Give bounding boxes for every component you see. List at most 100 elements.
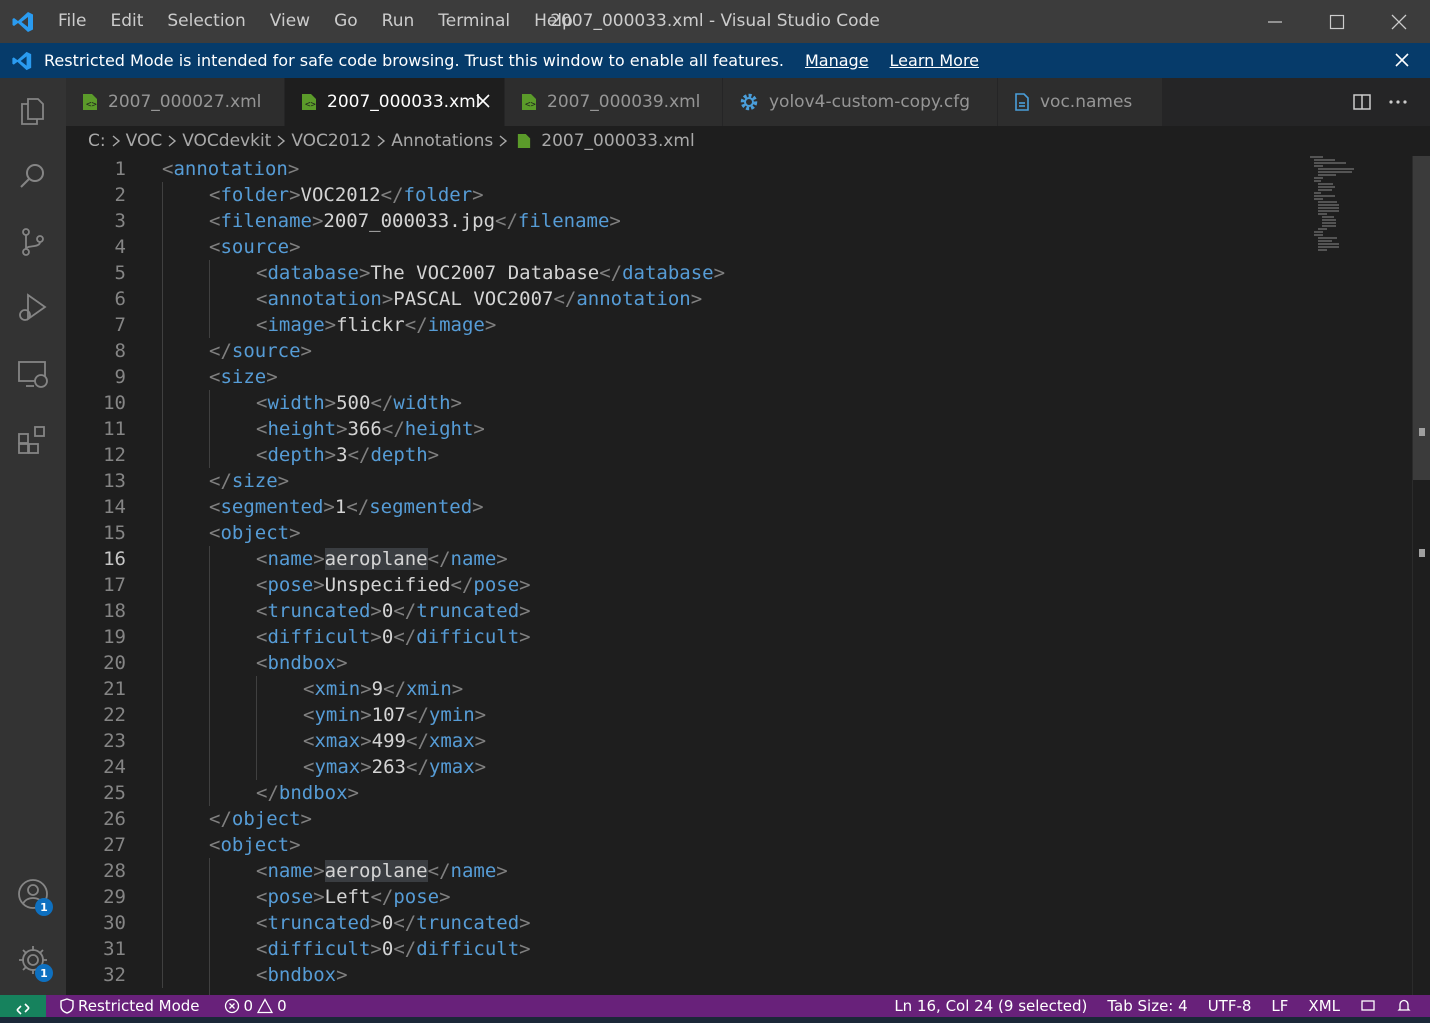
code-line[interactable]: 26 </object> — [66, 806, 1296, 832]
tag-bracket: > — [313, 860, 325, 882]
learn-more-link[interactable]: Learn More — [890, 51, 979, 70]
menu-go[interactable]: Go — [322, 0, 370, 43]
breadcrumb-item[interactable]: VOC — [126, 131, 163, 151]
tag-bracket: </ — [599, 262, 623, 284]
tag-bracket: < — [256, 964, 268, 986]
code-line[interactable]: 7 <image>flickr</image> — [66, 312, 1296, 338]
minimap-line — [1314, 162, 1346, 164]
code-line[interactable]: 5 <database>The VOC2007 Database</databas… — [66, 260, 1296, 286]
code-line[interactable]: 24 <ymax>263</ymax> — [66, 754, 1296, 780]
manage-link[interactable]: Manage — [805, 51, 869, 70]
close-tab-icon[interactable] — [474, 92, 492, 115]
menu-terminal[interactable]: Terminal — [426, 0, 522, 43]
minimize-button[interactable] — [1244, 0, 1306, 43]
xml-text-value: 0 — [381, 938, 394, 960]
language-mode[interactable]: XML — [1298, 995, 1350, 1017]
minimap-line — [1322, 225, 1336, 227]
xml-tag-name: pose — [267, 574, 314, 596]
tag-bracket: > — [370, 626, 382, 648]
code-editor[interactable]: 1 <annotation> 2 <folder>VOC2012</folder> 3 <… — [66, 156, 1412, 995]
source-control-icon[interactable] — [0, 212, 66, 272]
code-line[interactable]: 13 </size> — [66, 468, 1296, 494]
code-content: <difficult>0</difficult> — [256, 624, 531, 650]
code-line[interactable]: 14 <segmented>1</segmented> — [66, 494, 1296, 520]
code-line[interactable]: 4 <source> — [66, 234, 1296, 260]
vertical-scrollbar[interactable] — [1412, 156, 1430, 995]
restricted-mode-banner: Restricted Mode is intended for safe cod… — [0, 43, 1430, 78]
xml-text-value: 366 — [347, 418, 382, 440]
end-of-line[interactable]: LF — [1261, 995, 1298, 1017]
menu-run[interactable]: Run — [370, 0, 427, 43]
close-window-button[interactable] — [1368, 0, 1430, 43]
remote-explorer-icon[interactable] — [0, 344, 66, 404]
notifications-button[interactable] — [1386, 995, 1430, 1017]
search-icon[interactable] — [0, 146, 66, 206]
extensions-icon[interactable] — [0, 410, 66, 470]
code-line[interactable]: 10 <width>500</width> — [66, 390, 1296, 416]
breadcrumb-item[interactable]: VOCdevkit — [182, 131, 271, 151]
code-line[interactable]: 32 <bndbox> — [66, 962, 1296, 988]
line-number: 1 — [114, 158, 126, 180]
tab-voc-names[interactable]: voc.names — [998, 78, 1163, 126]
code-line[interactable]: 25 </bndbox> — [66, 780, 1296, 806]
minimap-line — [1318, 210, 1339, 212]
menu-file[interactable]: File — [46, 0, 98, 43]
tab-yolov4-custom-copy[interactable]: yolov4-custom-copy.cfg — [723, 78, 998, 126]
menu-selection[interactable]: Selection — [155, 0, 257, 43]
code-line[interactable]: 8 </source> — [66, 338, 1296, 364]
code-line[interactable]: 30 <truncated>0</truncated> — [66, 910, 1296, 936]
problems-status[interactable]: 0 0 — [210, 995, 297, 1017]
breadcrumb-item[interactable]: Annotations — [391, 131, 493, 151]
code-line[interactable]: 6 <annotation>PASCAL VOC2007</annotation> — [66, 286, 1296, 312]
code-line[interactable]: 12 <depth>3</depth> — [66, 442, 1296, 468]
feedback-button[interactable] — [1350, 995, 1386, 1017]
minimap-line — [1314, 177, 1323, 179]
minimap[interactable] — [1310, 156, 1410, 266]
tab-2007-000039[interactable]: <> 2007_000039.xml — [505, 78, 723, 126]
close-icon — [1391, 14, 1407, 29]
code-line[interactable]: 31 <difficult>0</difficult> — [66, 936, 1296, 962]
restricted-mode-status[interactable]: Restricted Mode — [46, 995, 210, 1017]
code-line[interactable]: 18 <truncated>0</truncated> — [66, 598, 1296, 624]
encoding[interactable]: UTF-8 — [1198, 995, 1262, 1017]
code-line[interactable]: 29 <pose>Left</pose> — [66, 884, 1296, 910]
more-actions-button[interactable] — [1380, 78, 1416, 126]
code-line[interactable]: 11 <height>366</height> — [66, 416, 1296, 442]
tab-2007-000027[interactable]: <> 2007_000027.xml — [66, 78, 285, 126]
banner-close-button[interactable] — [1392, 50, 1412, 74]
breadcrumb-item[interactable]: VOC2012 — [291, 131, 371, 151]
code-content: </source> — [209, 338, 312, 364]
code-line[interactable]: 21 <xmin>9</xmin> — [66, 676, 1296, 702]
cursor-position[interactable]: Ln 16, Col 24 (9 selected) — [884, 995, 1097, 1017]
explorer-icon[interactable] — [0, 81, 66, 141]
code-line[interactable]: 22 <ymin>107</ymin> — [66, 702, 1296, 728]
xml-tag-name: truncated — [267, 912, 371, 934]
code-line[interactable]: 20 <bndbox> — [66, 650, 1296, 676]
xml-text-value: 107 — [371, 704, 406, 726]
settings-gear-icon[interactable]: 1 — [0, 930, 66, 990]
breadcrumb-item[interactable]: C: — [88, 131, 106, 151]
code-line[interactable]: 17 <pose>Unspecified</pose> — [66, 572, 1296, 598]
breadcrumb-item[interactable]: 2007_000033.xml — [541, 131, 694, 151]
code-line[interactable]: 15 <object> — [66, 520, 1296, 546]
menu-edit[interactable]: Edit — [98, 0, 155, 43]
accounts-icon[interactable]: 1 — [0, 864, 66, 924]
tab-2007-000033[interactable]: <> 2007_000033.xml — [285, 78, 505, 126]
code-line[interactable]: 3 <filename>2007_000033.jpg</filename> — [66, 208, 1296, 234]
code-line[interactable]: 2 <folder>VOC2012</folder> — [66, 182, 1296, 208]
code-line[interactable]: 9 <size> — [66, 364, 1296, 390]
menu-view[interactable]: View — [258, 0, 322, 43]
code-line[interactable]: 16 <name>aeroplane</name> — [66, 546, 1296, 572]
code-line[interactable]: 19 <difficult>0</difficult> — [66, 624, 1296, 650]
tag-bracket: </ — [209, 470, 232, 492]
code-line[interactable]: 1 <annotation> — [66, 156, 1296, 182]
split-editor-button[interactable] — [1344, 78, 1380, 126]
code-line[interactable]: 28 <name>aeroplane</name> — [66, 858, 1296, 884]
code-line[interactable]: 27 <object> — [66, 832, 1296, 858]
run-debug-icon[interactable] — [0, 278, 66, 338]
menu-help[interactable]: Help — [522, 0, 585, 43]
code-line[interactable]: 23 <xmax>499</xmax> — [66, 728, 1296, 754]
maximize-button[interactable] — [1306, 0, 1368, 43]
code-content: <difficult>0</difficult> — [256, 936, 531, 962]
tab-size[interactable]: Tab Size: 4 — [1097, 995, 1197, 1017]
